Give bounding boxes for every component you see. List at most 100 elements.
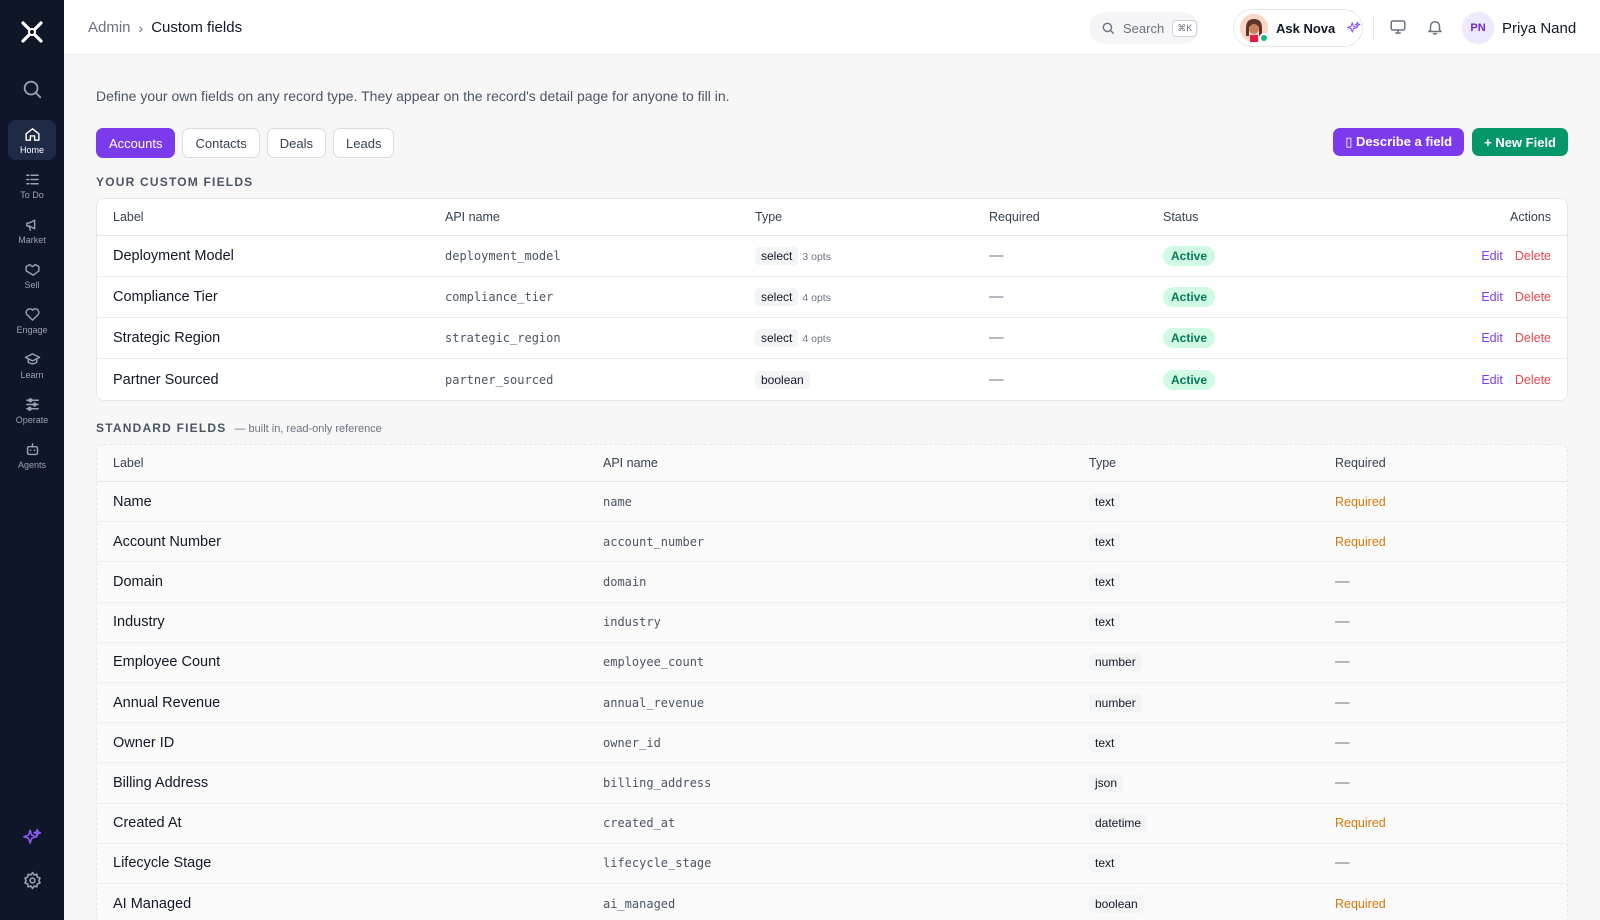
field-label: Lifecycle Stage [113,855,212,872]
sidebar-item-engage[interactable]: Engage [8,300,56,340]
field-label: Partner Sourced [113,371,219,388]
standard-fields-header: Label API name Type Required [97,445,1567,482]
tab-accounts[interactable]: Accounts [96,128,176,158]
field-status-cell: Active [1147,246,1347,266]
field-label: Annual Revenue [113,694,221,711]
edit-field-link[interactable]: Edit [1481,249,1503,263]
sparkle-icon[interactable] [22,828,42,847]
field-type-chip: number [1089,653,1142,672]
field-type-chip: boolean [755,370,810,389]
field-actions: Edit Delete [1347,249,1567,263]
breadcrumb-current: Custom fields [151,19,243,36]
field-label: Domain [113,573,163,590]
field-label: Name [113,493,152,510]
table-row: Industry industry text — [97,603,1567,643]
search-label: Search [1123,20,1165,36]
field-api-name: industry [603,615,661,630]
breadcrumb: Admin › Custom fields [88,19,242,36]
delete-field-link[interactable]: Delete [1515,290,1551,304]
page-description: Define your own fields on any record typ… [96,88,730,104]
delete-field-link[interactable]: Delete [1515,373,1551,387]
field-type-chip: select [755,329,799,347]
edit-field-link[interactable]: Edit [1481,290,1503,304]
field-label: AI Managed [113,895,192,912]
field-api-name: ai_managed [603,896,676,911]
field-type-cell: text [1073,854,1319,873]
field-type-chip: select [755,247,799,265]
breadcrumb-admin[interactable]: Admin [88,19,131,36]
edit-field-link[interactable]: Edit [1481,331,1503,345]
search-icon[interactable] [21,78,43,100]
edit-field-link[interactable]: Edit [1481,373,1503,387]
field-api-name: partner_sourced [445,372,554,387]
sidebar-item-label: Agents [17,459,47,470]
table-row: Annual Revenue annual_revenue number — [97,683,1567,724]
sidebar-item-home[interactable]: Home [8,120,56,160]
sidebar-item-label: Market [18,234,46,245]
top-divider [1373,16,1374,40]
app-logo-icon[interactable] [18,18,46,46]
field-type-cell: text [1073,572,1319,591]
table-row: Employee Count employee_count number — [97,643,1567,683]
field-type-cell: number [1073,653,1319,672]
field-type-chip: number [1089,693,1142,712]
bell-icon[interactable] [1426,18,1444,36]
heart-chat-icon [24,307,40,321]
sidebar-item-to-do[interactable]: To Do [8,165,56,205]
custom-fields-title: YOUR CUSTOM FIELDS [96,175,254,189]
standard-fields-title: STANDARD FIELDS [96,421,227,435]
monitor-icon[interactable] [1389,18,1407,36]
ask-nova-label: Ask Nova [1276,20,1336,36]
delete-field-link[interactable]: Delete [1515,331,1551,345]
online-status-dot [1259,33,1269,43]
field-required: — [1335,694,1350,711]
column-header-type: Type [1089,456,1117,470]
sliders-icon [25,397,39,411]
sidebar-item-sell[interactable]: Sell [8,255,56,295]
breadcrumb-separator: › [138,19,144,36]
sidebar-item-learn[interactable]: Learn [8,345,56,385]
table-row: Name name text Required [97,482,1567,523]
gear-icon[interactable] [23,871,42,890]
sidebar: Home To Do Market Sell Engage Learn Operate Age… [0,0,64,920]
column-header-type: Type [755,210,783,224]
field-required: — [989,371,1004,388]
tab-deals[interactable]: Deals [266,128,327,158]
handshake-icon [24,263,40,276]
sidebar-bottom [0,828,64,890]
new-field-button[interactable]: + New Field [1472,128,1568,156]
field-api-name: deployment_model [445,249,561,263]
field-required: — [989,289,1004,305]
table-row: Billing Address billing_address json — [97,763,1567,804]
user-avatar: PN [1462,12,1494,44]
sidebar-item-operate[interactable]: Operate [8,390,56,430]
field-required: — [1335,573,1350,590]
table-row: Owner ID owner_id text — [97,723,1567,764]
user-menu[interactable]: PN Priya Nand [1462,12,1576,44]
field-type-cell: json [1073,773,1319,792]
field-type-cell: text [1073,532,1319,551]
table-row: Partner Sourced partner_sourced boolean — Ac… [97,359,1567,400]
sidebar-item-agents[interactable]: Agents [8,435,56,475]
global-search[interactable]: Search ⌘K [1089,12,1199,44]
field-type-cell: text [1073,733,1319,752]
tab-leads[interactable]: Leads [333,128,395,158]
nova-avatar [1240,14,1269,43]
delete-field-link[interactable]: Delete [1515,249,1551,263]
custom-fields-table: Label API name Type Required Status Actions D… [96,198,1568,401]
column-header-status: Status [1163,210,1199,224]
column-header-label: Label [113,456,144,470]
field-label: Created At [113,815,182,832]
field-required: — [989,248,1004,264]
column-header-api-name: API name [445,210,500,224]
ask-nova-button[interactable]: Ask Nova [1233,9,1363,47]
sidebar-item-label: Operate [15,414,49,425]
describe-field-button[interactable]: ▯ Describe a field [1333,128,1465,156]
field-api-name: created_at [603,816,676,831]
field-api-name: name [603,494,632,509]
tab-contacts[interactable]: Contacts [182,128,260,158]
sidebar-item-market[interactable]: Market [8,210,56,250]
column-header-required: Required [1335,456,1386,470]
sidebar-nav: Home To Do Market Sell Engage Learn Operate Age… [8,120,56,475]
field-label: Employee Count [113,654,221,671]
